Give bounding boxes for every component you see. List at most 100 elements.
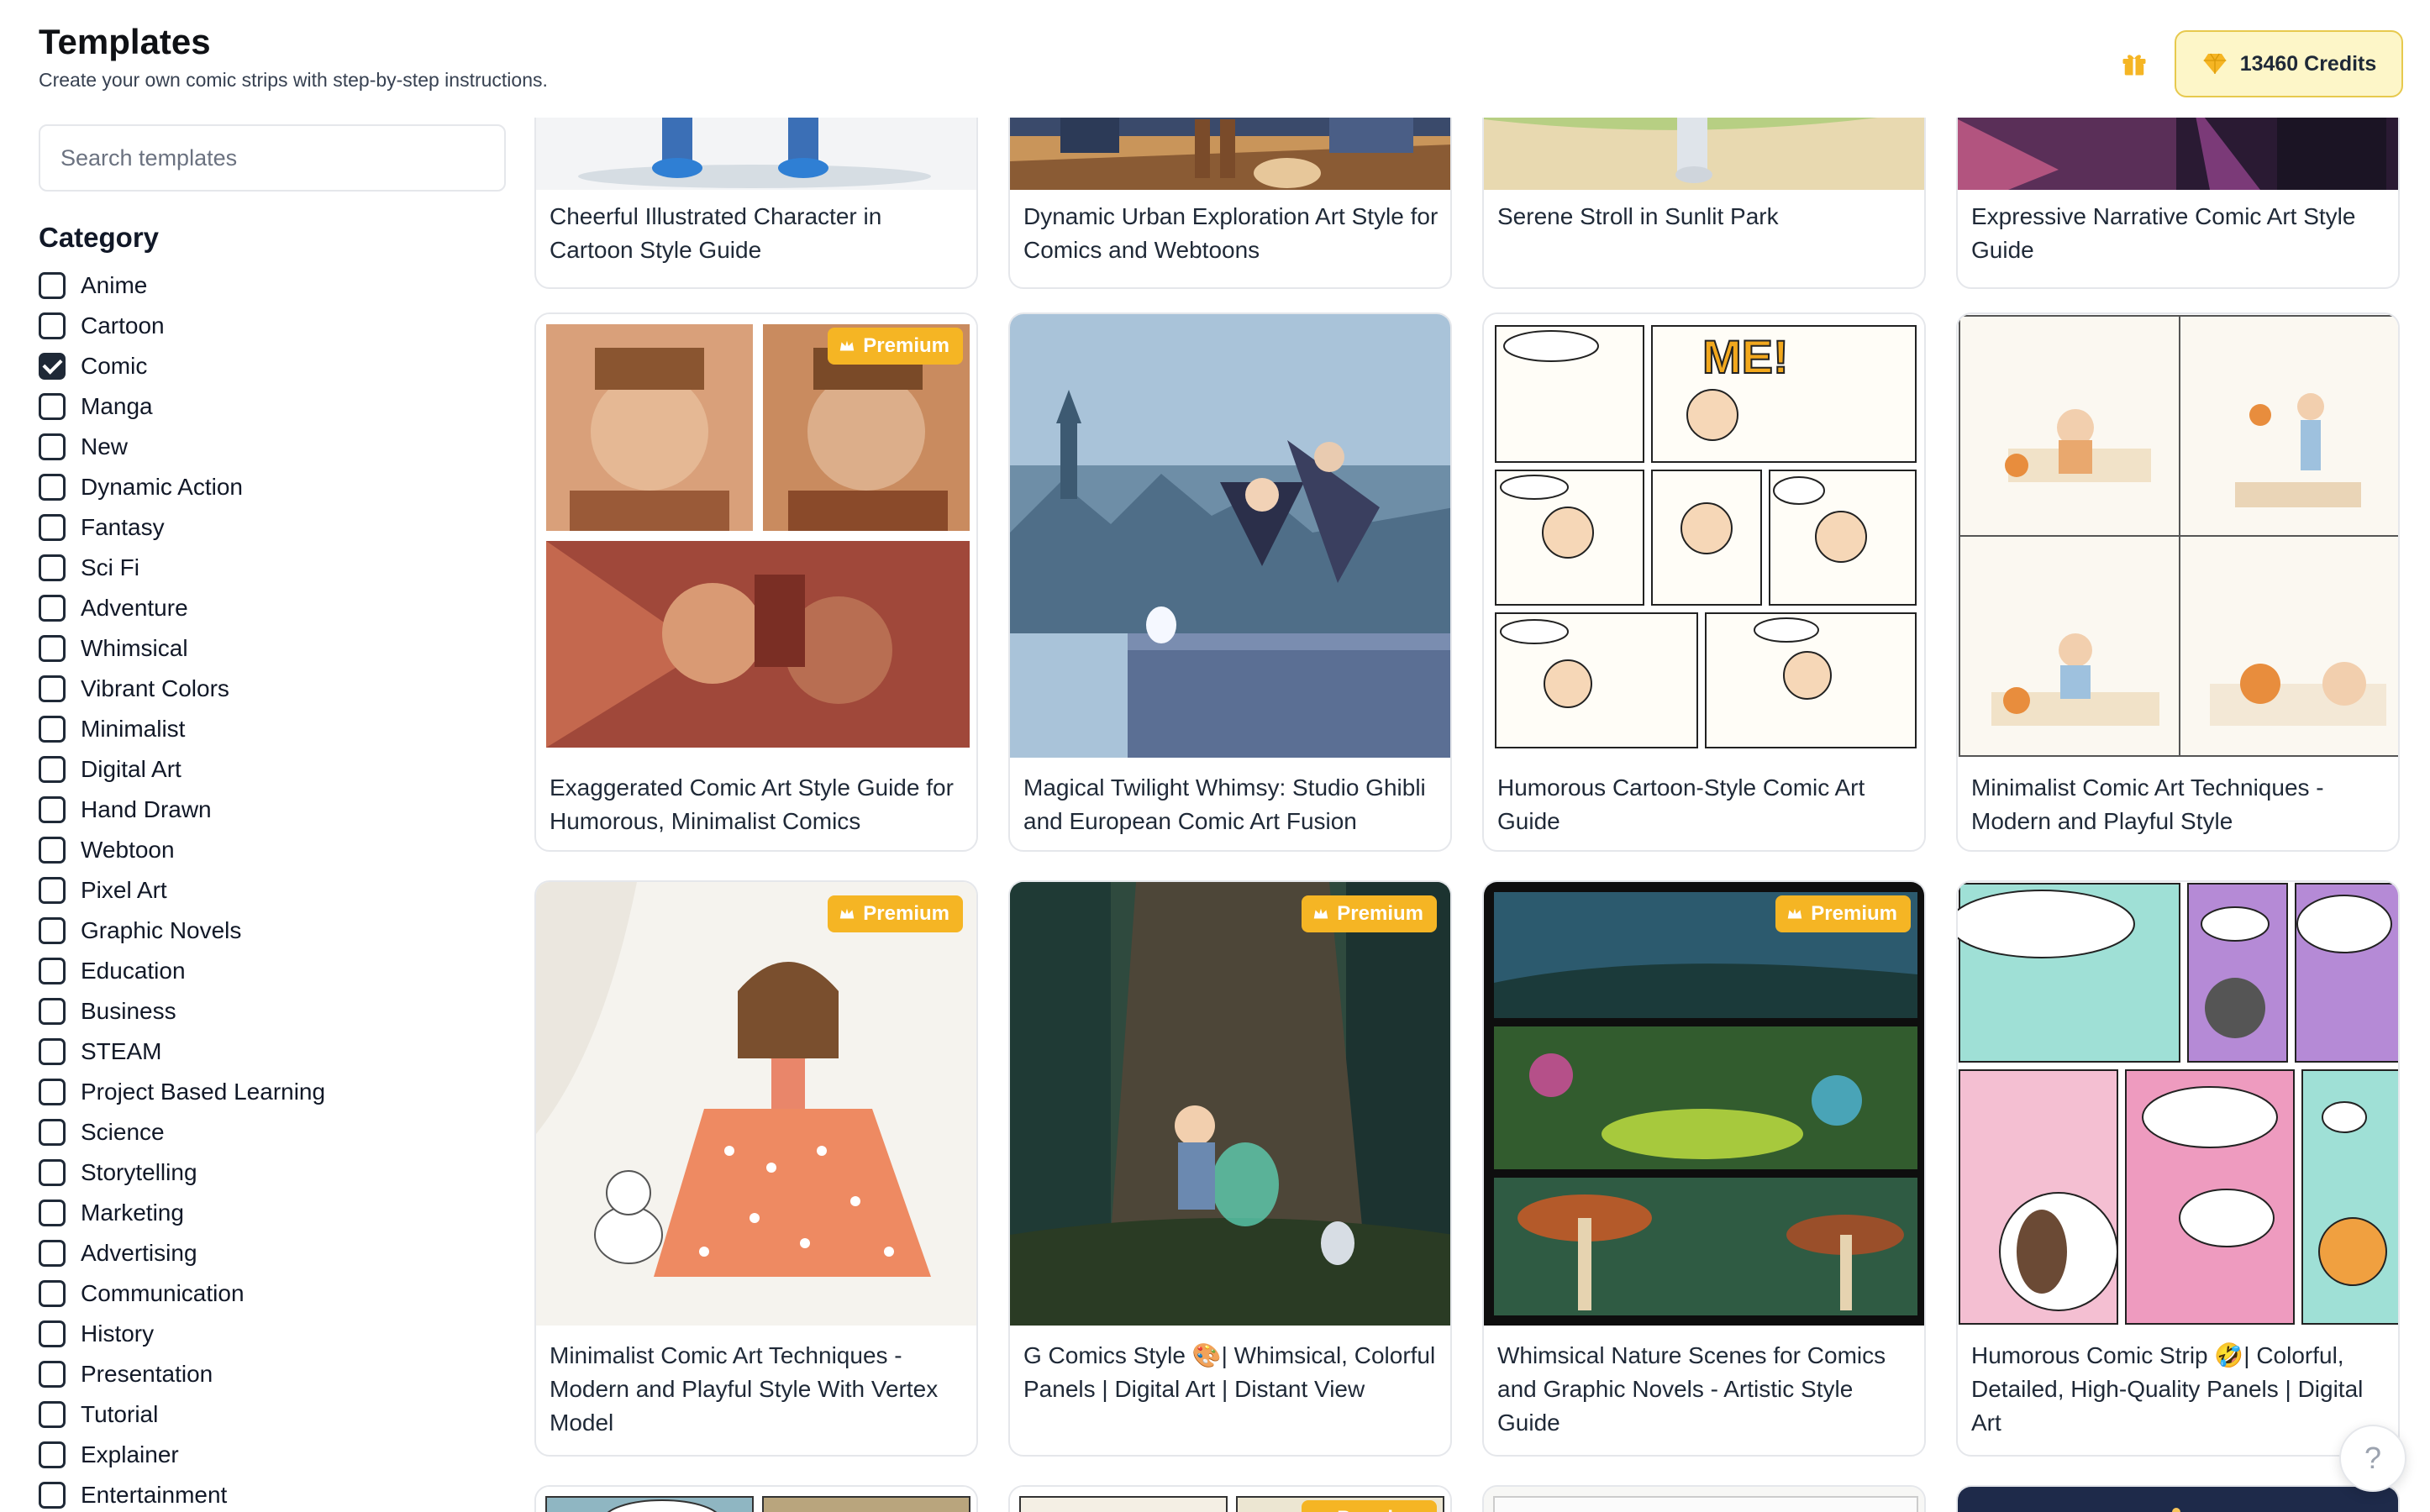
category-checkbox[interactable] <box>39 1320 66 1347</box>
template-card[interactable]: Premium Minimalist Comic Art Techniques … <box>534 880 978 1457</box>
template-card[interactable]: Premium G Comics Style 🎨| Whimsical, Col… <box>1008 880 1452 1457</box>
category-item[interactable]: Marketing <box>39 1193 325 1233</box>
category-checkbox[interactable] <box>39 595 66 622</box>
category-item[interactable]: Storytelling <box>39 1152 325 1193</box>
template-thumbnail <box>1958 1487 2398 1512</box>
template-thumbnail <box>536 314 976 758</box>
help-button[interactable]: ? <box>2339 1425 2406 1492</box>
category-checkbox[interactable] <box>39 272 66 299</box>
category-item[interactable]: Presentation <box>39 1354 325 1394</box>
template-title: Magical Twilight Whimsy: Studio Ghibli a… <box>1023 774 1426 834</box>
template-card[interactable]: Premium Whimsical Nature Scenes for Comi… <box>1482 880 1926 1457</box>
category-item[interactable]: Adventure <box>39 588 325 628</box>
template-card[interactable]: Serene Stroll in Sunlit Park <box>1482 118 1926 289</box>
category-item[interactable]: Comic <box>39 346 325 386</box>
category-item[interactable]: Business <box>39 991 325 1032</box>
gift-icon[interactable] <box>2119 49 2149 79</box>
category-item[interactable]: STEAM <box>39 1032 325 1072</box>
category-item[interactable]: Cartoon <box>39 306 325 346</box>
template-thumbnail <box>1484 118 1924 190</box>
category-item[interactable]: Science <box>39 1112 325 1152</box>
category-item[interactable]: Digital Art <box>39 749 325 790</box>
category-checkbox[interactable] <box>39 716 66 743</box>
category-label: History <box>81 1320 155 1347</box>
category-checkbox[interactable] <box>39 877 66 904</box>
template-thumbnail <box>1958 314 2398 758</box>
category-checkbox[interactable] <box>39 1482 66 1509</box>
category-checkbox[interactable] <box>39 1119 66 1146</box>
category-item[interactable]: History <box>39 1314 325 1354</box>
category-checkbox[interactable] <box>39 1079 66 1105</box>
template-title: Cheerful Illustrated Character in Cartoo… <box>550 203 882 263</box>
category-item[interactable]: Education <box>39 951 325 991</box>
category-item[interactable]: Minimalist <box>39 709 325 749</box>
diamond-icon <box>2203 53 2227 74</box>
category-checkbox[interactable] <box>39 474 66 501</box>
template-card[interactable]: Minimalist Comic Art Techniques - Modern… <box>1956 312 2400 852</box>
category-checkbox[interactable] <box>39 1038 66 1065</box>
template-card[interactable]: Dynamic Urban Exploration Art Style for … <box>1008 118 1452 289</box>
category-item[interactable]: Entertainment <box>39 1475 325 1512</box>
category-label: Webtoon <box>81 837 175 863</box>
category-label: Whimsical <box>81 635 188 661</box>
category-item[interactable]: Whimsical <box>39 628 325 669</box>
category-checkbox[interactable] <box>39 393 66 420</box>
category-item[interactable]: Pixel Art <box>39 870 325 911</box>
category-checkbox[interactable] <box>39 1361 66 1388</box>
category-item[interactable]: New <box>39 427 325 467</box>
category-item[interactable]: Fantasy <box>39 507 325 548</box>
category-checkbox[interactable] <box>39 998 66 1025</box>
category-item[interactable]: Sci Fi <box>39 548 325 588</box>
category-label: Digital Art <box>81 756 181 782</box>
credits-label: 13460 Credits <box>2239 51 2377 76</box>
template-card[interactable] <box>1956 1485 2400 1512</box>
template-card[interactable]: Premium Exaggerated Comic Art Style Guid… <box>534 312 978 852</box>
category-checkbox[interactable] <box>39 554 66 581</box>
template-card[interactable]: Magical Twilight Whimsy: Studio Ghibli a… <box>1008 312 1452 852</box>
category-checkbox[interactable] <box>39 796 66 823</box>
search-input[interactable] <box>39 124 506 192</box>
category-checkbox[interactable] <box>39 433 66 460</box>
category-item[interactable]: Communication <box>39 1273 325 1314</box>
template-thumbnail <box>1010 314 1450 758</box>
category-item[interactable]: Anime <box>39 265 325 306</box>
template-card[interactable] <box>1482 1485 1926 1512</box>
category-item[interactable]: Project Based Learning <box>39 1072 325 1112</box>
category-item[interactable]: Dynamic Action <box>39 467 325 507</box>
category-checkbox[interactable] <box>39 1159 66 1186</box>
template-card[interactable]: Premium <box>1008 1485 1452 1512</box>
category-checkbox[interactable] <box>39 312 66 339</box>
template-card[interactable]: Humorous Comic Strip 🤣| Colorful, Detail… <box>1956 880 2400 1457</box>
template-card[interactable]: ME! Humorous Cartoon-Style Comic Art Gui… <box>1482 312 1926 852</box>
category-label: Project Based Learning <box>81 1079 326 1105</box>
category-checkbox[interactable] <box>39 1240 66 1267</box>
template-card[interactable]: Expressive Narrative Comic Art Style Gui… <box>1956 118 2400 289</box>
category-checkbox[interactable] <box>39 1401 66 1428</box>
category-label: Dynamic Action <box>81 474 243 500</box>
category-checkbox[interactable] <box>39 1280 66 1307</box>
category-item[interactable]: Explainer <box>39 1435 325 1475</box>
category-checkbox[interactable] <box>39 1200 66 1226</box>
category-item[interactable]: Graphic Novels <box>39 911 325 951</box>
category-checkbox[interactable] <box>39 1441 66 1468</box>
credits-button[interactable]: 13460 Credits <box>2175 30 2403 97</box>
category-checkbox[interactable] <box>39 756 66 783</box>
template-thumbnail <box>536 118 976 190</box>
category-item[interactable]: Advertising <box>39 1233 325 1273</box>
template-card[interactable] <box>534 1485 978 1512</box>
category-checkbox[interactable] <box>39 917 66 944</box>
category-checkbox[interactable] <box>39 635 66 662</box>
category-item[interactable]: Webtoon <box>39 830 325 870</box>
category-item[interactable]: Vibrant Colors <box>39 669 325 709</box>
category-checkbox[interactable] <box>39 837 66 864</box>
category-checkbox[interactable] <box>39 675 66 702</box>
template-card[interactable]: Cheerful Illustrated Character in Cartoo… <box>534 118 978 289</box>
category-checkbox[interactable] <box>39 514 66 541</box>
category-checkbox[interactable] <box>39 958 66 984</box>
category-item[interactable]: Tutorial <box>39 1394 325 1435</box>
category-label: Minimalist <box>81 716 186 742</box>
category-item[interactable]: Hand Drawn <box>39 790 325 830</box>
category-label: Science <box>81 1119 165 1145</box>
category-checkbox[interactable] <box>39 353 66 380</box>
category-item[interactable]: Manga <box>39 386 325 427</box>
